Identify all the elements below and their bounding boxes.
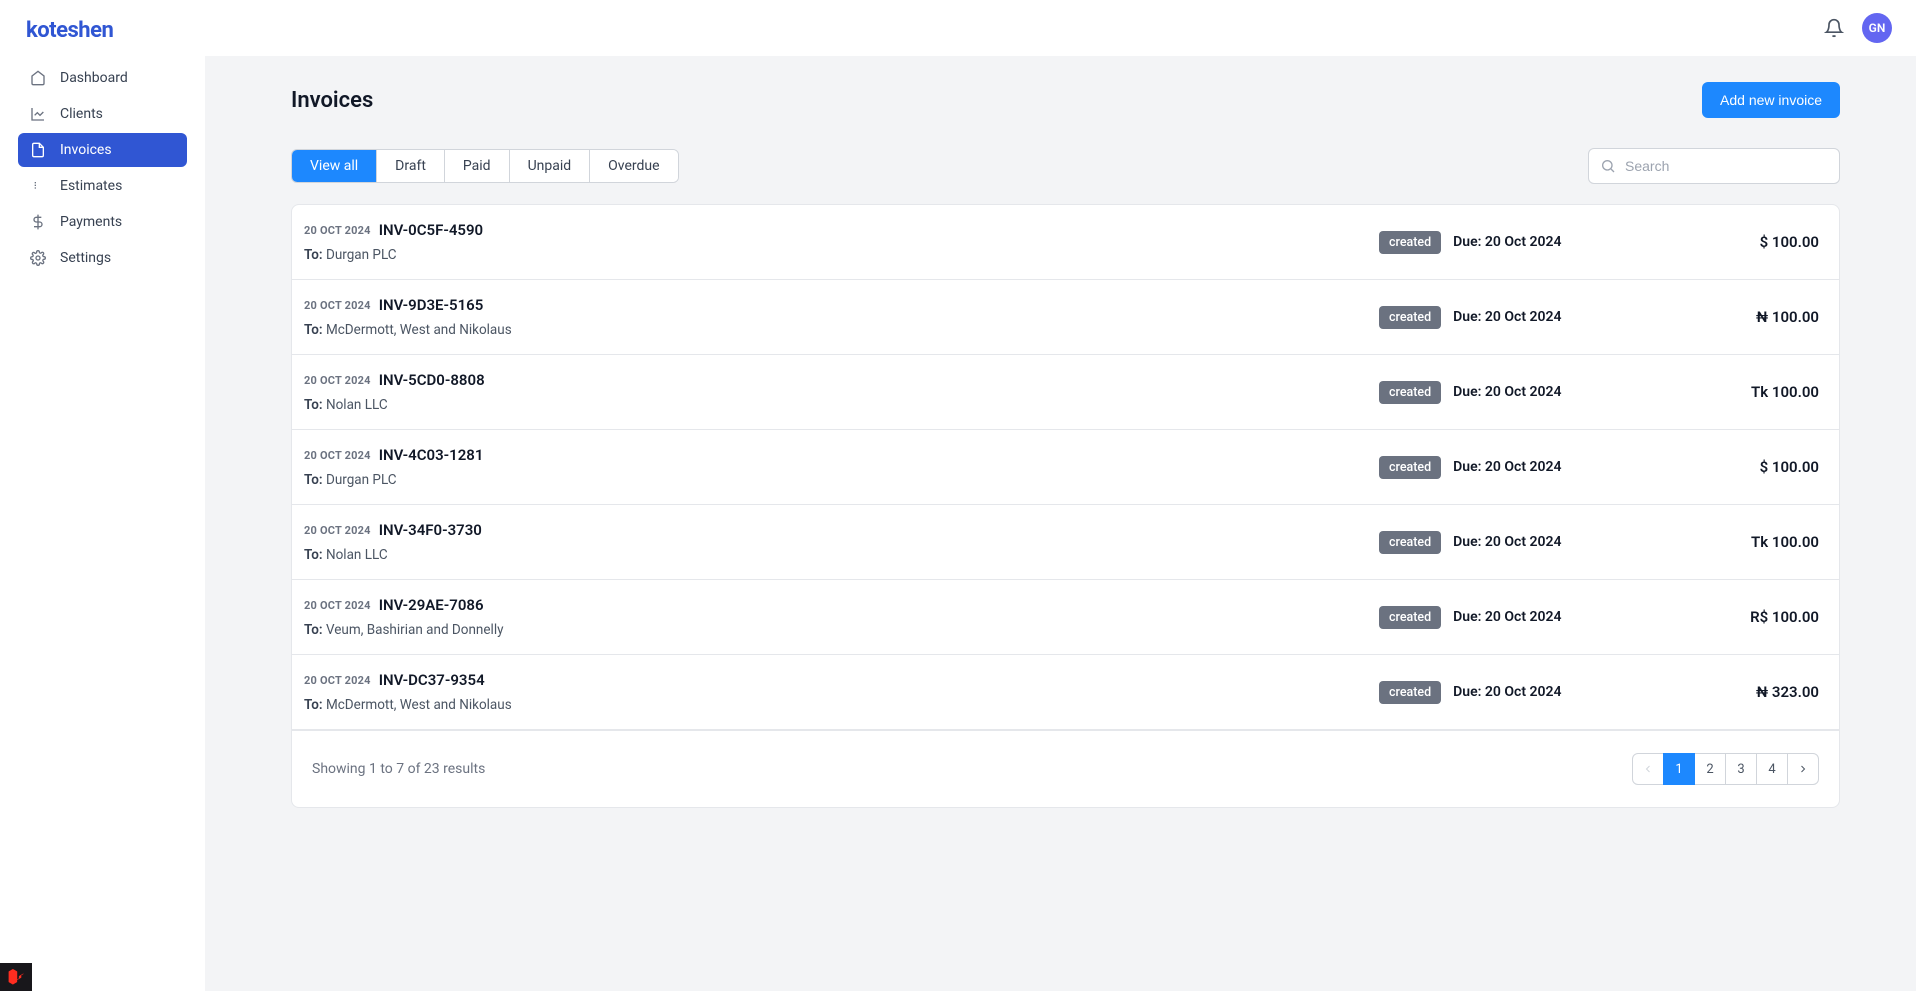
brand-logo[interactable]: koteshen (18, 14, 187, 61)
sidebar-item-label: Dashboard (60, 70, 128, 86)
invoice-row[interactable]: 20 OCT 2024 INV-0C5F-4590 To: Durgan PLCcr… (292, 205, 1839, 280)
invoice-number: INV-0C5F-4590 (379, 221, 483, 239)
sidebar-item-estimates[interactable]: Estimates (18, 169, 187, 203)
payments-icon (30, 214, 46, 230)
invoice-row[interactable]: 20 OCT 2024 INV-34F0-3730 To: Nolan LLCcre… (292, 505, 1839, 580)
sidebar-item-settings[interactable]: Settings (18, 241, 187, 275)
invoice-row[interactable]: 20 OCT 2024 INV-4C03-1281 To: Durgan PLCcr… (292, 430, 1839, 505)
filter-tabs: View allDraftPaidUnpaidOverdue (291, 149, 679, 183)
sidebar-item-clients[interactable]: Clients (18, 97, 187, 131)
invoices-icon (30, 142, 46, 158)
estimates-icon (30, 178, 46, 194)
invoice-row[interactable]: 20 OCT 2024 INV-9D3E-5165 To: McDermott, W… (292, 280, 1839, 355)
invoice-due: Due: 20 Oct 2024 (1453, 534, 1561, 550)
topbar: GN (205, 0, 1916, 56)
invoice-amount: ₦ 100.00 (1619, 308, 1819, 326)
invoice-number: INV-34F0-3730 (379, 521, 482, 539)
invoice-row[interactable]: 20 OCT 2024 INV-5CD0-8808 To: Nolan LLCcre… (292, 355, 1839, 430)
invoice-recipient: To: Durgan PLC (304, 247, 1379, 263)
invoice-recipient: To: Nolan LLC (304, 547, 1379, 563)
status-badge: created (1379, 456, 1441, 479)
invoice-recipient: To: Durgan PLC (304, 472, 1379, 488)
pagination: 1234 (1632, 753, 1819, 785)
invoice-number: INV-29AE-7086 (379, 596, 484, 614)
invoice-recipient: To: McDermott, West and Nikolaus (304, 697, 1379, 713)
sidebar-item-label: Payments (60, 214, 122, 230)
list-footer: Showing 1 to 7 of 23 results 1234 (292, 730, 1839, 807)
clients-icon (30, 106, 46, 122)
invoice-number: INV-5CD0-8808 (379, 371, 485, 389)
invoice-date: 20 OCT 2024 (304, 674, 371, 687)
invoice-date: 20 OCT 2024 (304, 374, 371, 387)
invoice-recipient: To: McDermott, West and Nikolaus (304, 322, 1379, 338)
user-avatar[interactable]: GN (1862, 13, 1892, 43)
invoice-row[interactable]: 20 OCT 2024 INV-29AE-7086 To: Veum, Bashir… (292, 580, 1839, 655)
sidebar-nav: Dashboard Clients Invoices Estimates Payment… (18, 61, 187, 275)
invoice-amount: $ 100.00 (1619, 458, 1819, 476)
invoice-due: Due: 20 Oct 2024 (1453, 234, 1561, 250)
pagination-page[interactable]: 3 (1725, 753, 1757, 785)
tab-unpaid[interactable]: Unpaid (510, 150, 591, 182)
sidebar-item-invoices[interactable]: Invoices (18, 133, 187, 167)
sidebar-item-dashboard[interactable]: Dashboard (18, 61, 187, 95)
invoice-date: 20 OCT 2024 (304, 449, 371, 462)
invoice-date: 20 OCT 2024 (304, 524, 371, 537)
tab-paid[interactable]: Paid (445, 150, 510, 182)
invoice-row[interactable]: 20 OCT 2024 INV-DC37-9354 To: McDermott, W… (292, 655, 1839, 730)
search-icon (1600, 158, 1616, 174)
dashboard-icon (30, 70, 46, 86)
sidebar-item-label: Estimates (60, 178, 122, 194)
status-badge: created (1379, 606, 1441, 629)
framework-badge[interactable] (0, 963, 32, 991)
invoice-amount: ₦ 323.00 (1619, 683, 1819, 701)
invoice-due: Due: 20 Oct 2024 (1453, 459, 1561, 475)
tab-overdue[interactable]: Overdue (590, 150, 677, 182)
add-invoice-button[interactable]: Add new invoice (1702, 82, 1840, 118)
search-input[interactable] (1588, 148, 1840, 184)
tab-draft[interactable]: Draft (377, 150, 445, 182)
tab-view-all[interactable]: View all (292, 150, 377, 182)
sidebar-item-label: Settings (60, 250, 111, 266)
invoice-date: 20 OCT 2024 (304, 299, 371, 312)
sidebar-item-label: Invoices (60, 142, 112, 158)
invoice-amount: Tk 100.00 (1619, 383, 1819, 401)
sidebar-item-label: Clients (60, 106, 103, 122)
status-badge: created (1379, 381, 1441, 404)
page-title: Invoices (291, 88, 373, 113)
status-badge: created (1379, 306, 1441, 329)
pagination-page[interactable]: 2 (1694, 753, 1726, 785)
settings-icon (30, 250, 46, 266)
invoice-list: 20 OCT 2024INV-0C5F-4590To: Durgan PLCcr… (291, 204, 1840, 808)
invoice-due: Due: 20 Oct 2024 (1453, 609, 1561, 625)
invoice-number: INV-DC37-9354 (379, 671, 485, 689)
pagination-page[interactable]: 1 (1663, 753, 1695, 785)
invoice-amount: R$ 100.00 (1619, 608, 1819, 626)
sidebar: koteshen Dashboard Clients Invoices Estimat… (0, 0, 205, 991)
results-text: Showing 1 to 7 of 23 results (312, 761, 485, 777)
pagination-next[interactable] (1787, 753, 1819, 785)
notifications-icon[interactable] (1824, 18, 1844, 38)
invoice-number: INV-4C03-1281 (379, 446, 484, 464)
status-badge: created (1379, 231, 1441, 254)
invoice-due: Due: 20 Oct 2024 (1453, 684, 1561, 700)
invoice-amount: Tk 100.00 (1619, 533, 1819, 551)
invoice-due: Due: 20 Oct 2024 (1453, 384, 1561, 400)
invoice-due: Due: 20 Oct 2024 (1453, 309, 1561, 325)
invoice-number: INV-9D3E-5165 (379, 296, 484, 314)
status-badge: created (1379, 531, 1441, 554)
invoice-date: 20 OCT 2024 (304, 599, 371, 612)
pagination-page[interactable]: 4 (1756, 753, 1788, 785)
invoice-amount: $ 100.00 (1619, 233, 1819, 251)
invoice-date: 20 OCT 2024 (304, 224, 371, 237)
pagination-prev[interactable] (1632, 753, 1664, 785)
invoice-recipient: To: Nolan LLC (304, 397, 1379, 413)
status-badge: created (1379, 681, 1441, 704)
invoice-recipient: To: Veum, Bashirian and Donnelly (304, 622, 1379, 638)
content: Invoices Add new invoice View allDraftPa… (205, 56, 1916, 991)
sidebar-item-payments[interactable]: Payments (18, 205, 187, 239)
